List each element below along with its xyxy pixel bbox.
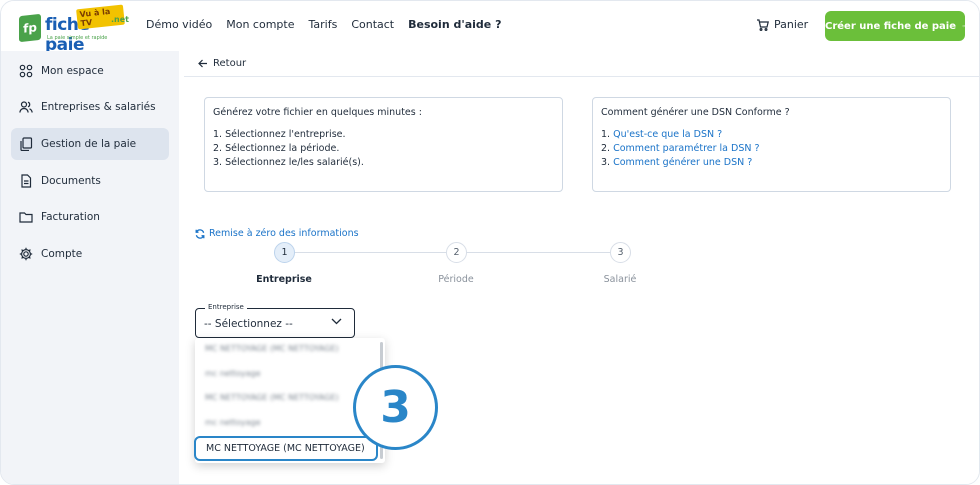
dsn-help-line: 2. Comment paramétrer la DSN ?: [601, 142, 942, 156]
highlighted-option-mc-nettoyage[interactable]: MC NETTOYAGE (MC NETTOYAGE): [194, 436, 378, 461]
step-1-label: Entreprise: [256, 274, 312, 285]
reset-label: Remise à zéro des informations: [209, 228, 359, 239]
sidebar-item-label: Facturation: [41, 211, 100, 223]
arrow-left-icon: [198, 59, 207, 68]
instruction-line: 2. Sélectionnez la période.: [213, 143, 340, 154]
sidebar-item-facturation[interactable]: Facturation: [11, 201, 169, 233]
chevron-down-icon: [331, 318, 342, 325]
dropdown-option[interactable]: mc nettoyage: [205, 369, 261, 378]
dsn-help-line: 1. Qu'est-ce que la DSN ?: [601, 128, 942, 142]
dsn-help-box: Comment générer une DSN Conforme ? 1. Qu…: [592, 97, 951, 192]
folder-icon: [19, 212, 33, 223]
dsn-help-title: Comment générer une DSN Conforme ?: [601, 107, 790, 118]
dropdown-option[interactable]: mc nettoyage: [205, 418, 261, 427]
step-2-circle: 2: [446, 242, 467, 263]
nav-demo-video[interactable]: Démo vidéo: [146, 18, 212, 31]
sidebar-item-gestion-paie[interactable]: Gestion de la paie: [11, 128, 169, 160]
nav-mon-compte[interactable]: Mon compte: [226, 18, 294, 31]
entreprise-select[interactable]: Entreprise -- Sélectionnez --: [195, 303, 355, 338]
cart-label: Panier: [774, 18, 809, 31]
dsn-link-configure[interactable]: Comment paramétrer la DSN ?: [613, 143, 759, 154]
dsn-help-line: 3. Comment générer une DSN ?: [601, 156, 942, 170]
dsn-help-number: 2.: [601, 143, 611, 154]
instructions-title: Générez votre fichier en quelques minute…: [213, 107, 422, 118]
nav-tarifs[interactable]: Tarifs: [308, 18, 337, 31]
step-callout-badge: 3: [353, 365, 438, 450]
nav-contact[interactable]: Contact: [351, 18, 394, 31]
copy-icon: [20, 137, 33, 151]
logo-suffix: .net: [111, 15, 129, 24]
instructions-box: Générez votre fichier en quelques minute…: [204, 97, 563, 192]
main-nav: Démo vidéo Mon compte Tarifs Contact Bes…: [146, 18, 501, 31]
step-2-label: Période: [438, 274, 474, 285]
dsn-link-what-is[interactable]: Qu'est-ce que la DSN ?: [613, 129, 722, 140]
sidebar-item-compte[interactable]: Compte: [11, 238, 169, 270]
logo-tagline: La paie simple et rapide: [47, 35, 108, 41]
sidebar-item-label: Entreprises & salariés: [41, 101, 156, 113]
sidebar-item-documents[interactable]: Documents: [11, 165, 169, 197]
sidebar-item-label: Compte: [41, 248, 83, 260]
dropdown-option[interactable]: MC NETTOYAGE (MC NETTOYAGE): [205, 344, 339, 353]
back-link[interactable]: Retour: [198, 58, 246, 69]
header-divider: [184, 76, 979, 77]
refresh-icon: [195, 228, 205, 239]
dropdown-option[interactable]: MC NETTOYAGE (MC NETTOYAGE): [205, 393, 339, 402]
instruction-line: 1. Sélectionnez l'entreprise.: [213, 129, 346, 140]
sidebar-item-entreprises[interactable]: Entreprises & salariés: [11, 91, 169, 123]
reset-link[interactable]: Remise à zéro des informations: [195, 228, 359, 239]
cta-label: Créer une fiche de paie: [825, 20, 957, 32]
select-legend: Entreprise: [205, 303, 247, 311]
step-3-circle: 3: [610, 242, 631, 263]
dsn-help-number: 1.: [601, 129, 611, 140]
sidebar-item-label: Mon espace: [41, 65, 104, 77]
step-1-circle: 1: [274, 242, 295, 263]
sidebar-item-label: Documents: [41, 175, 101, 187]
step-3-label: Salarié: [603, 274, 637, 285]
select-value: -- Sélectionnez --: [204, 318, 293, 330]
create-payslip-button[interactable]: Créer une fiche de paie: [825, 11, 965, 41]
cart-icon: [757, 18, 769, 31]
users-icon: [19, 101, 33, 113]
sidebar-item-label: Gestion de la paie: [41, 138, 137, 150]
arrow-right-icon: [962, 24, 965, 28]
sidebar: Mon espace Entreprises & salariés Gestio…: [1, 51, 179, 484]
document-icon: [21, 174, 32, 188]
grid-icon: [19, 64, 33, 78]
brand-logo[interactable]: fp fiche-paie Vu à la TV .net La paie si…: [19, 4, 129, 55]
dsn-help-number: 3.: [601, 157, 611, 168]
cart-link[interactable]: Panier: [756, 18, 808, 31]
app-window: fp fiche-paie Vu à la TV .net La paie si…: [0, 0, 980, 485]
sidebar-item-mon-espace[interactable]: Mon espace: [11, 55, 169, 87]
instruction-line: 3. Sélectionnez le/les salarié(s).: [213, 157, 364, 168]
dsn-link-generate[interactable]: Comment générer une DSN ?: [613, 157, 752, 168]
logo-mark: fp: [19, 13, 41, 43]
back-label: Retour: [213, 58, 247, 69]
top-header: fp fiche-paie Vu à la TV .net La paie si…: [1, 1, 979, 55]
nav-besoin-aide[interactable]: Besoin d'aide ?: [408, 18, 501, 31]
main-content: Retour Générez votre fichier en quelques…: [184, 51, 979, 484]
gear-icon: [19, 247, 33, 261]
